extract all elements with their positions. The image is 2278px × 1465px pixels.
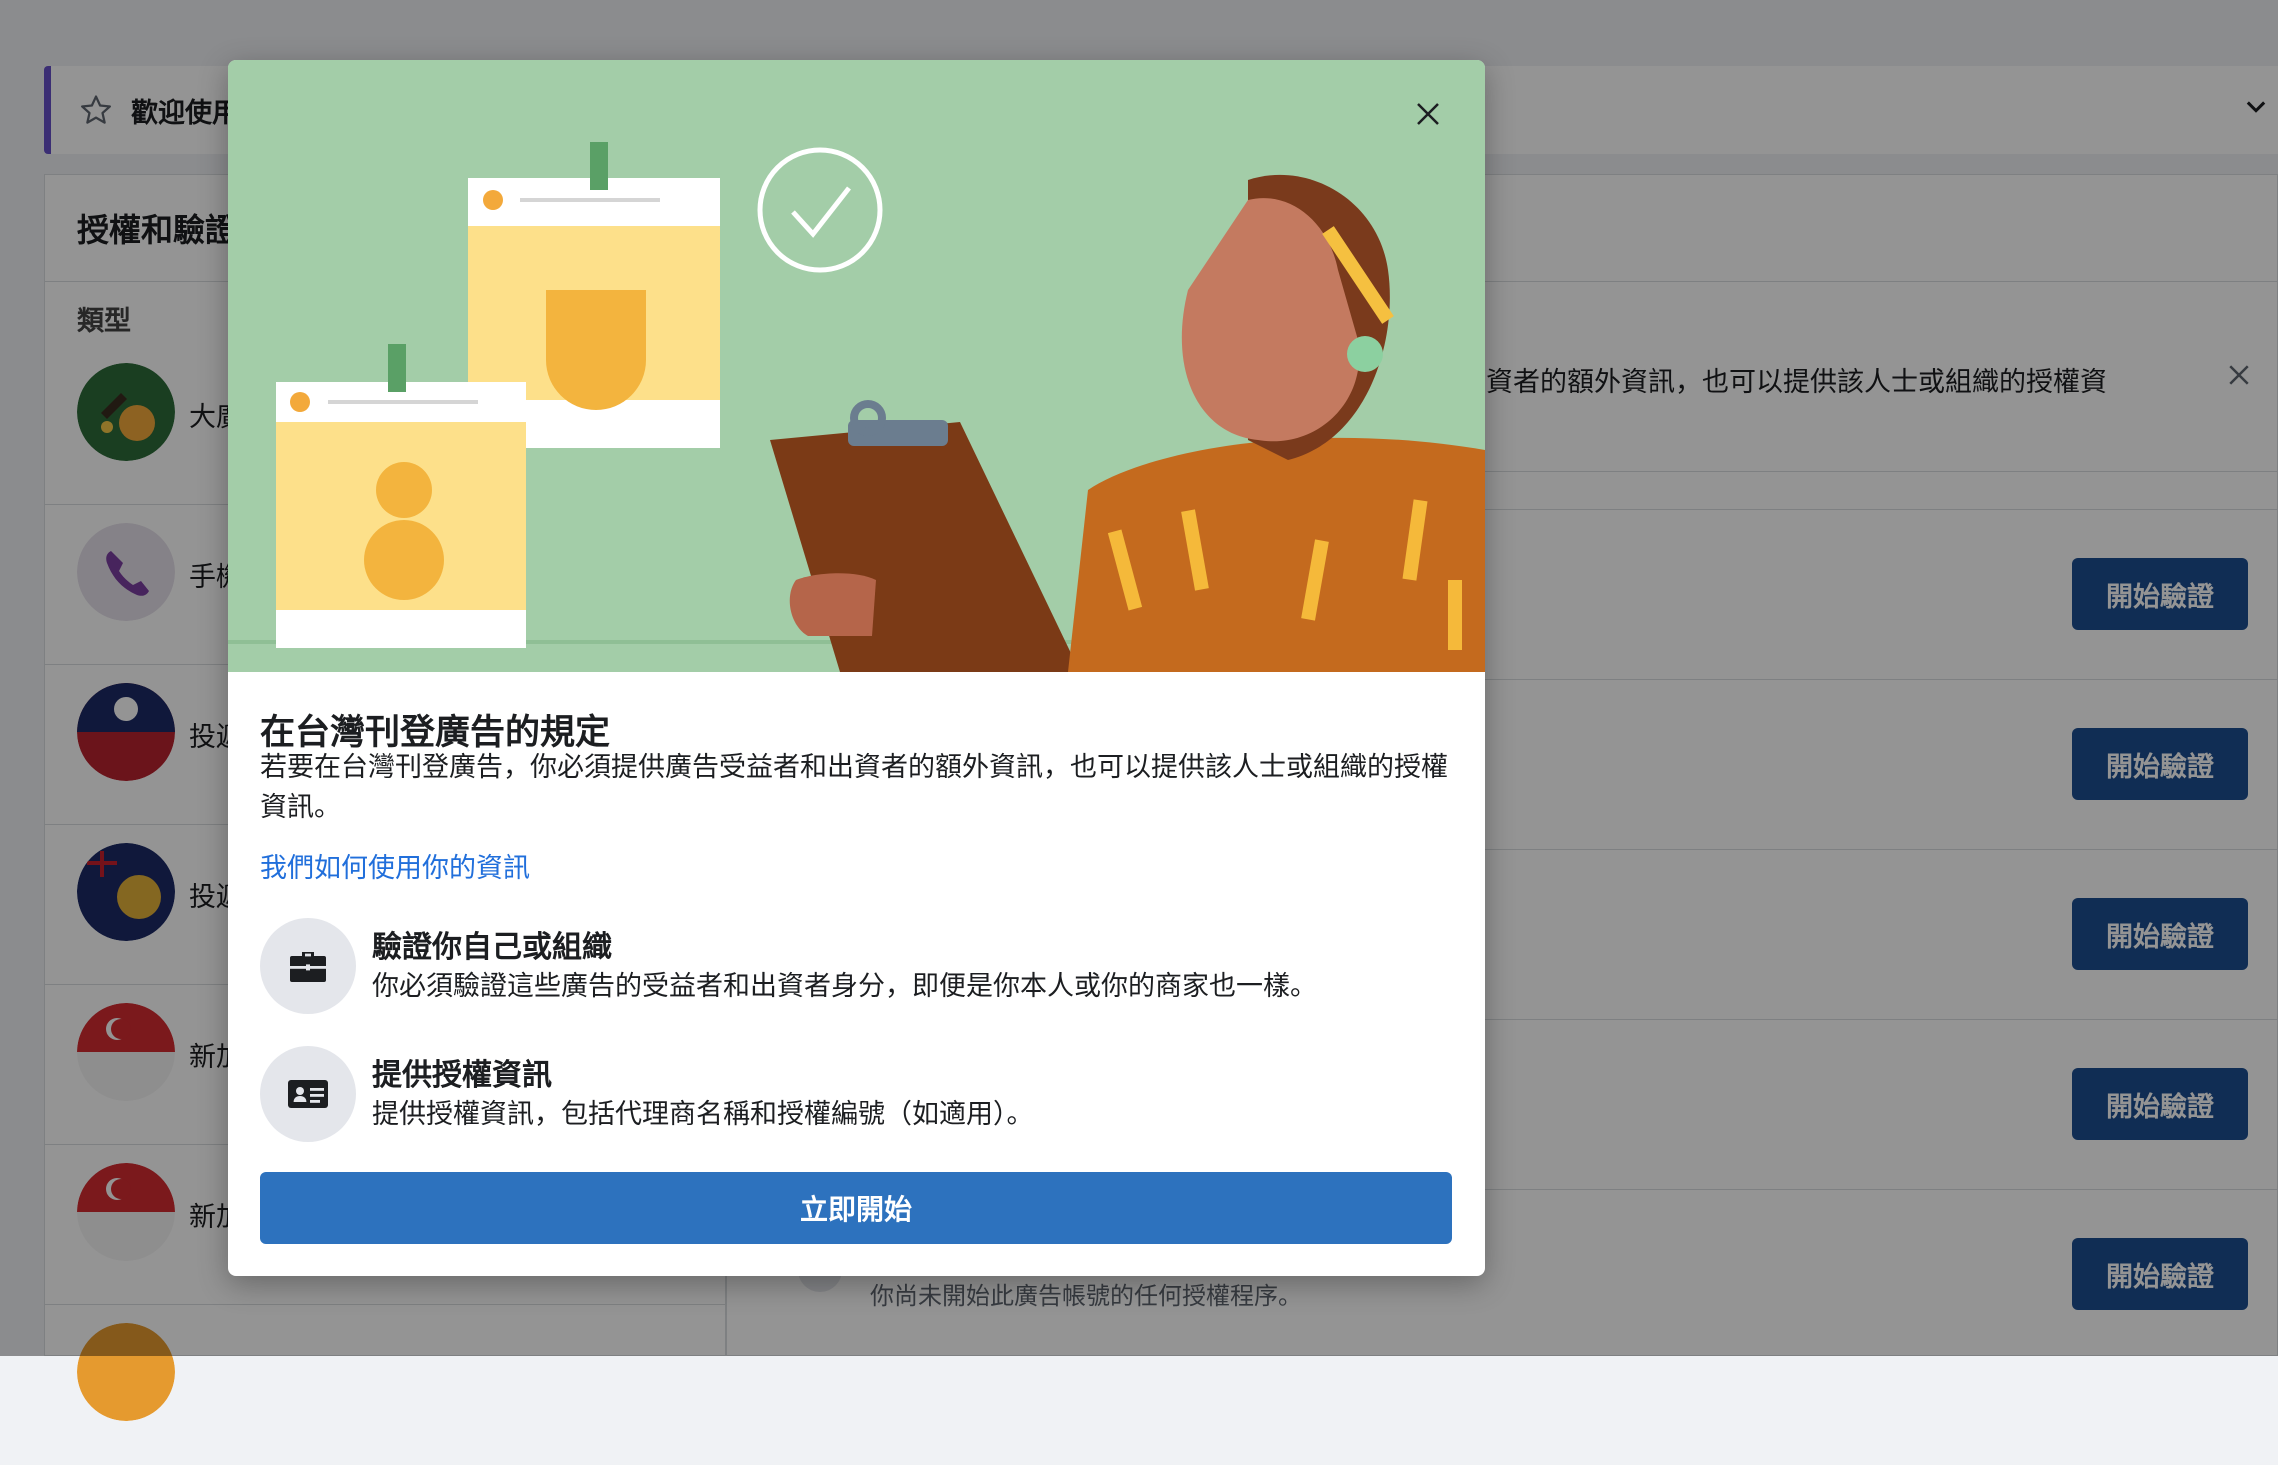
close-icon[interactable]: [1406, 92, 1450, 136]
feature-description: 提供授權資訊，包括代理商名稱和授權編號（如適用）。: [372, 1099, 1034, 1130]
dialog-description: 若要在台灣刊登廣告，你必須提供廣告受益者和出資者的額外資訊，也可以提供該人士或組…: [260, 752, 1448, 823]
hero-illustration: [228, 60, 1485, 672]
start-now-button[interactable]: 立即開始: [260, 1172, 1452, 1244]
briefcase-icon: [260, 918, 356, 1014]
feature-title: 提供授權資訊: [372, 1058, 552, 1093]
info-usage-link[interactable]: 我們如何使用你的資訊: [260, 846, 530, 885]
id-card-icon: [260, 1046, 356, 1142]
taiwan-ad-requirements-dialog: 在台灣刊登廣告的規定 若要在台灣刊登廣告，你必須提供廣告受益者和出資者的額外資訊…: [228, 60, 1485, 1276]
feature-verify: 驗證你自己或組織 你必須驗證這些廣告的受益者和出資者身分，即便是你本人或你的商家…: [260, 918, 1460, 1018]
feature-authorization: 提供授權資訊 提供授權資訊，包括代理商名稱和授權編號（如適用）。: [260, 1046, 1460, 1146]
feature-description: 你必須驗證這些廣告的受益者和出資者身分，即便是你本人或你的商家也一樣。: [372, 971, 1317, 1002]
feature-title: 驗證你自己或組織: [372, 930, 612, 965]
